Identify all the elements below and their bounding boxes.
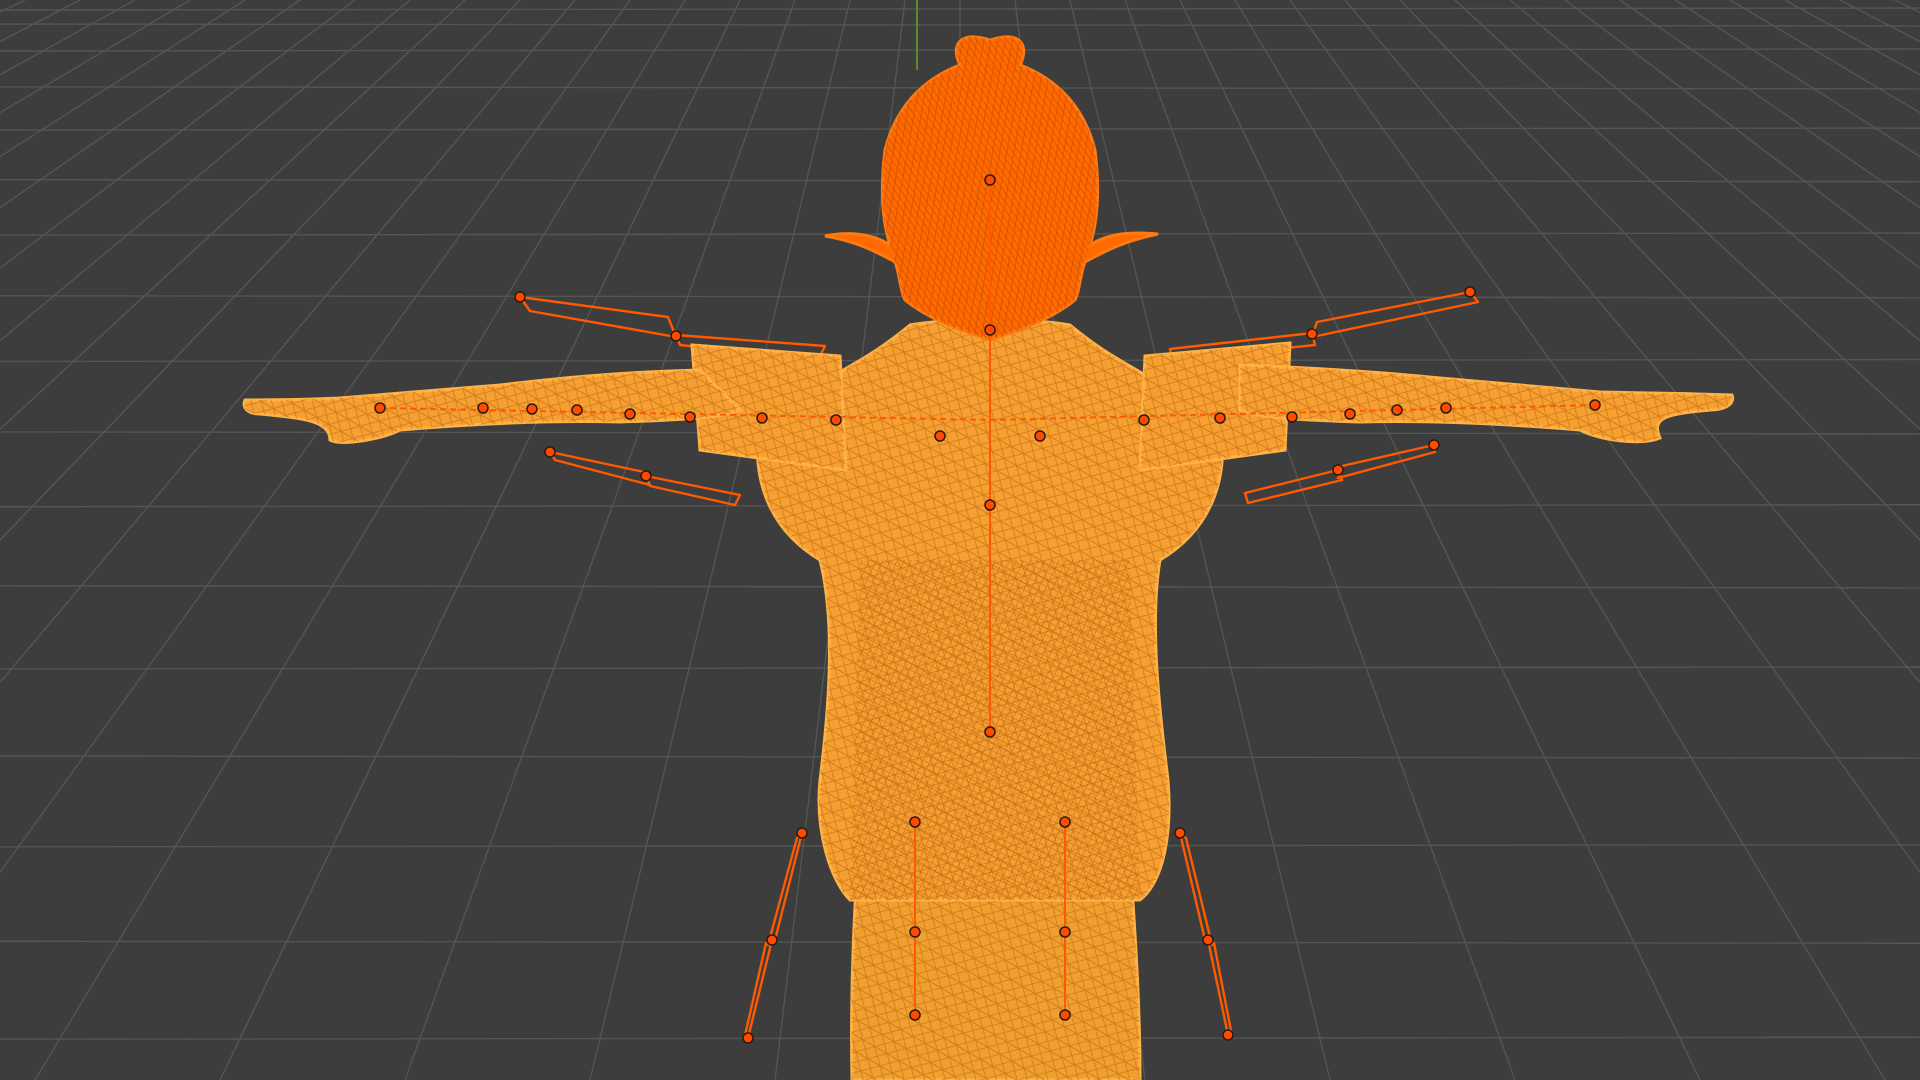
bone-joint[interactable] <box>526 403 538 415</box>
grid-line <box>1619 0 1920 209</box>
bone-joint[interactable] <box>742 1032 754 1044</box>
grid-line <box>0 0 576 684</box>
bone-joint[interactable] <box>1214 412 1226 424</box>
grid-line <box>34 0 686 1080</box>
character-mesh[interactable] <box>242 35 1735 1080</box>
bone-joint[interactable] <box>1222 1029 1234 1041</box>
bone-joint[interactable] <box>984 174 996 186</box>
grid-line <box>1894 0 1920 13</box>
grid-line <box>1234 0 1886 1080</box>
bone-joint[interactable] <box>830 414 842 426</box>
grid-line <box>1729 0 1920 114</box>
bone-joint[interactable] <box>766 934 778 946</box>
grid-line <box>1289 0 1920 874</box>
grid-line <box>1674 0 1920 158</box>
grid-line <box>0 0 81 43</box>
grid-line <box>0 0 466 431</box>
grid-line <box>0 0 246 158</box>
grid-line <box>1454 0 1920 431</box>
grid-line <box>0 0 301 209</box>
bone-joint[interactable] <box>1464 286 1476 298</box>
bone-joint[interactable] <box>571 404 583 416</box>
grid-line <box>404 0 796 1080</box>
bone-joint[interactable] <box>684 411 696 423</box>
grid-line <box>0 0 411 342</box>
bone-joint[interactable] <box>1202 934 1214 946</box>
bone-joint[interactable] <box>624 408 636 420</box>
bone-joint[interactable] <box>1428 439 1440 451</box>
bone-joint[interactable] <box>1034 430 1046 442</box>
bone-joint[interactable] <box>1332 464 1344 476</box>
grid-line <box>1509 0 1920 342</box>
viewport-canvas[interactable] <box>0 0 1920 1080</box>
grid-line <box>0 0 631 874</box>
grid-line <box>0 0 356 269</box>
bone-joint[interactable] <box>984 499 996 511</box>
bone-joint[interactable] <box>1391 404 1403 416</box>
grid-line <box>1399 0 1920 542</box>
grid-line <box>1344 0 1920 684</box>
bone-joint[interactable] <box>1059 816 1071 828</box>
bone-joint[interactable] <box>477 402 489 414</box>
bone-joint[interactable] <box>1286 411 1298 423</box>
bone-joint[interactable] <box>1344 408 1356 420</box>
grid-line <box>0 0 136 76</box>
bone-joint[interactable] <box>1589 399 1601 411</box>
grid-line <box>1179 0 1701 1080</box>
bone-joint[interactable] <box>909 816 921 828</box>
bone-joint[interactable] <box>1440 402 1452 414</box>
bone-joint[interactable] <box>984 324 996 336</box>
grid-line <box>0 0 191 114</box>
grid-line <box>1839 0 1920 43</box>
bone-joint[interactable] <box>374 402 386 414</box>
grid-line <box>1564 0 1920 269</box>
bone-joint[interactable] <box>1059 926 1071 938</box>
bone-joint[interactable] <box>984 726 996 738</box>
bone-joint[interactable] <box>796 827 808 839</box>
bone-joint[interactable] <box>514 291 526 303</box>
bone-joint[interactable] <box>1306 328 1318 340</box>
grid-line <box>1784 0 1920 76</box>
bone-joint[interactable] <box>1174 827 1186 839</box>
grid-line <box>0 0 521 542</box>
bone-joint[interactable] <box>934 430 946 442</box>
bone-joint[interactable] <box>1138 414 1150 426</box>
bone-joint[interactable] <box>640 470 652 482</box>
bone-joint[interactable] <box>909 1009 921 1021</box>
3d-viewport[interactable] <box>0 0 1920 1080</box>
grid-line <box>0 0 26 13</box>
bone-joint[interactable] <box>909 926 921 938</box>
grid-line <box>219 0 741 1080</box>
bone-joint[interactable] <box>756 412 768 424</box>
bone-joint[interactable] <box>670 330 682 342</box>
bone-joint[interactable] <box>1059 1009 1071 1021</box>
bone-joint[interactable] <box>544 446 556 458</box>
